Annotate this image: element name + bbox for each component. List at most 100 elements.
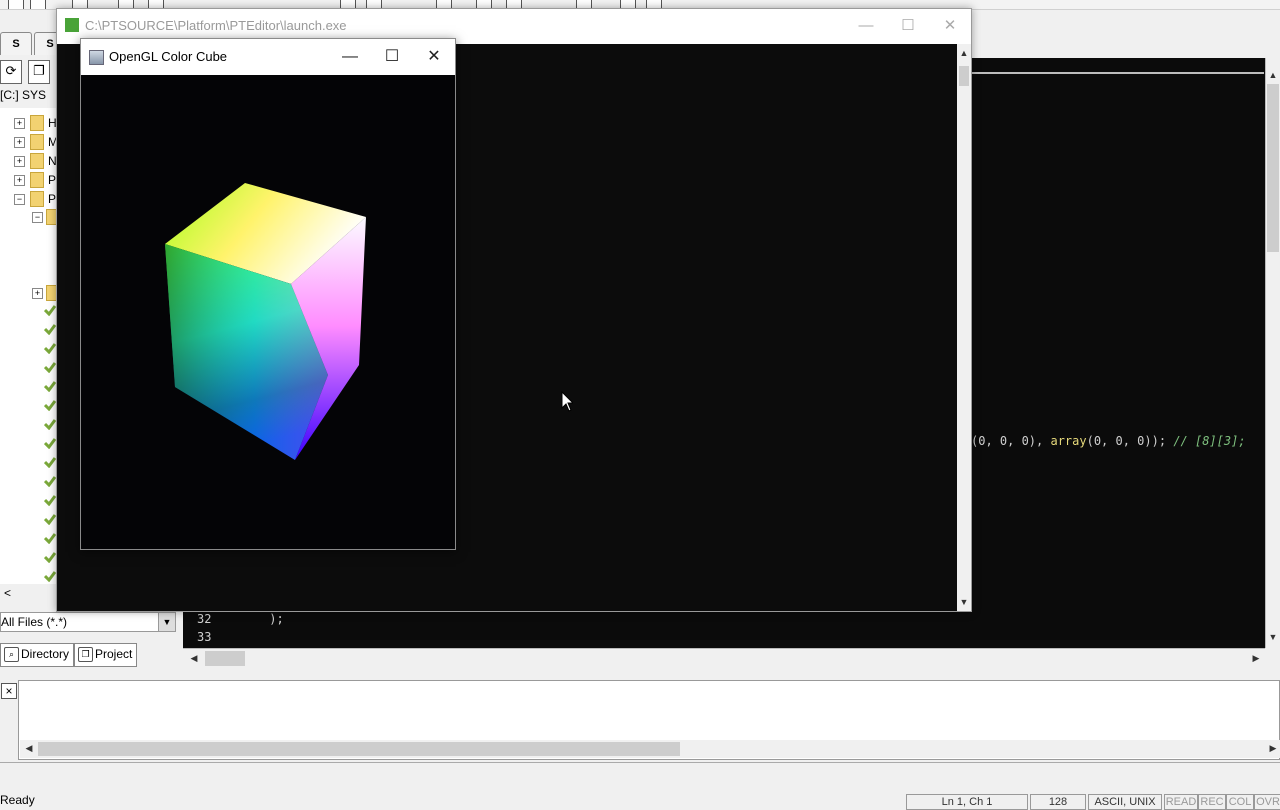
close-button[interactable]: ✕ [417, 45, 451, 69]
scroll-right-icon[interactable]: ▶ [1249, 653, 1263, 664]
scroll-up-icon[interactable]: ▲ [957, 48, 971, 58]
folder-label: P [48, 192, 57, 206]
side-toolbar: ⟳ ❐ [0, 58, 60, 86]
code-fragment: (0, 0, 0), array(0, 0, 0)); // [8][3]; [971, 434, 1246, 448]
folder-icon [30, 172, 44, 188]
new-file-icon[interactable] [8, 0, 24, 9]
status-bar: Ready Ln 1, Ch 1 128 ASCII, UNIX READ RE… [0, 762, 1280, 810]
code-text: (0, 0, 0), [971, 434, 1051, 448]
side-tab-strip: S S [0, 30, 66, 56]
open-file-icon[interactable] [30, 0, 46, 9]
collapse-icon[interactable]: − [14, 194, 25, 205]
opengl-window[interactable]: OpenGL Color Cube — ☐ ✕ [80, 38, 456, 550]
code-comment: // [8][3]; [1173, 434, 1246, 448]
expand-icon[interactable]: + [14, 137, 25, 148]
console-scrollbar[interactable]: ▲ ▼ [957, 44, 971, 611]
rec-indicator: REC [1198, 794, 1226, 810]
expand-icon[interactable]: + [32, 288, 43, 299]
col-indicator: COL [1226, 794, 1254, 810]
file-icon[interactable] [44, 551, 56, 563]
file-icon[interactable] [44, 513, 56, 525]
file-icon[interactable] [44, 304, 56, 316]
ovr-indicator: OVR [1254, 794, 1280, 810]
code-vertical-scrollbar[interactable]: ▲ ▼ [1265, 58, 1280, 648]
collapse-icon[interactable]: − [32, 212, 43, 223]
file-filter-value: All Files (*.*) [1, 615, 68, 629]
file-icon[interactable] [44, 494, 56, 506]
scroll-left-icon[interactable]: ◀ [187, 653, 201, 664]
expand-icon[interactable]: + [14, 156, 25, 167]
minimize-button[interactable]: — [851, 14, 881, 38]
tab-project-label: Project [95, 647, 133, 661]
code-line: 32 ); [197, 612, 284, 626]
scrollbar-thumb[interactable] [38, 742, 680, 756]
scroll-left-icon[interactable]: ◀ [22, 743, 36, 754]
scroll-up-icon[interactable]: ▲ [1266, 70, 1280, 80]
opengl-title: OpenGL Color Cube [109, 49, 228, 64]
output-horizontal-scrollbar[interactable]: ◀ ▶ [20, 740, 1280, 758]
console-title: C:\PTSOURCE\Platform\PTEditor\launch.exe [85, 18, 347, 33]
close-button[interactable]: ✕ [935, 14, 965, 38]
tab-directory-label: Directory [21, 647, 70, 661]
scrollbar-thumb[interactable] [959, 66, 969, 86]
scroll-right-icon[interactable]: ▶ [1266, 743, 1280, 754]
mouse-cursor-icon [561, 391, 573, 412]
code-horizontal-scrollbar[interactable]: ◀ ▶ [183, 648, 1265, 668]
maximize-button[interactable]: ☐ [893, 14, 923, 38]
file-icon[interactable] [44, 437, 56, 449]
expand-icon[interactable]: + [14, 175, 25, 186]
app-icon [65, 18, 79, 32]
tree-scroll-left-button[interactable]: < [0, 584, 58, 602]
minimize-button[interactable]: — [333, 45, 367, 69]
code-keyword: array [1050, 434, 1087, 448]
file-icon[interactable] [44, 399, 56, 411]
file-icon[interactable] [44, 323, 56, 335]
maximize-button[interactable]: ☐ [375, 45, 409, 69]
code-text: (0, 0, 0)); [1086, 434, 1174, 448]
file-icon[interactable] [44, 475, 56, 487]
status-text: Ready [0, 793, 35, 807]
file-icon[interactable] [44, 532, 56, 544]
copy-icon[interactable]: ❐ [28, 60, 50, 84]
project-icon: ❐ [78, 647, 93, 662]
opengl-canvas[interactable] [81, 75, 455, 549]
folder-icon [30, 191, 44, 207]
code-line: 33 [197, 630, 211, 644]
scrollbar-thumb[interactable] [205, 651, 245, 666]
file-icon[interactable] [44, 418, 56, 430]
tab-directory[interactable]: ⌕ Directory [0, 643, 75, 667]
directory-tree: + H + M + N + P − P − + [0, 108, 58, 584]
scroll-down-icon[interactable]: ▼ [957, 597, 971, 607]
code-text: ); [211, 612, 284, 626]
tab-project[interactable]: ❐ Project [74, 643, 138, 667]
opengl-title-bar[interactable]: OpenGL Color Cube — ☐ ✕ [81, 39, 455, 75]
drive-label[interactable]: [C:] SYS [0, 88, 46, 106]
file-icon[interactable] [44, 342, 56, 354]
refresh-icon[interactable]: ⟳ [0, 60, 22, 84]
window-icon [89, 50, 104, 65]
scrollbar-thumb[interactable] [1267, 84, 1279, 252]
expand-icon[interactable]: + [14, 118, 25, 129]
file-filter-select[interactable]: All Files (*.*) ▼ [0, 612, 176, 632]
folder-label: P [48, 173, 57, 187]
search-icon: ⌕ [4, 647, 19, 662]
char-code: 128 [1030, 794, 1086, 810]
side-tab[interactable]: S [0, 32, 32, 55]
folder-icon [30, 134, 44, 150]
file-icon[interactable] [44, 380, 56, 392]
close-output-button[interactable]: × [1, 683, 17, 699]
line-number: 32 [197, 612, 212, 626]
line-number: 33 [197, 630, 212, 644]
file-icon[interactable] [44, 456, 56, 468]
divider [968, 72, 1264, 74]
file-icon[interactable] [44, 361, 56, 373]
file-icon[interactable] [44, 570, 56, 582]
scroll-down-icon[interactable]: ▼ [1266, 632, 1280, 642]
folder-icon [30, 153, 44, 169]
chevron-down-icon[interactable]: ▼ [158, 613, 175, 631]
folder-icon [30, 115, 44, 131]
color-cube-render [165, 183, 366, 460]
encoding: ASCII, UNIX [1088, 794, 1162, 810]
read-indicator: READ [1164, 794, 1198, 810]
cursor-position: Ln 1, Ch 1 [906, 794, 1028, 810]
